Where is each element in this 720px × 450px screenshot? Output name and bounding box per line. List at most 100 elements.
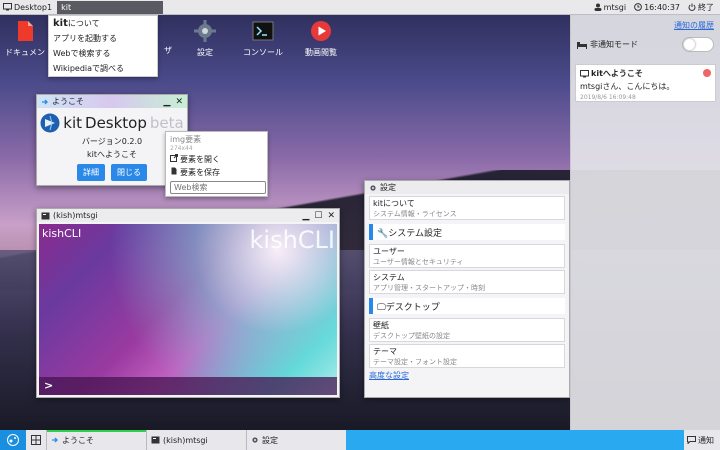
maximize-button[interactable]: ☐ bbox=[314, 211, 322, 221]
item-sub: システム情報・ライセンス bbox=[373, 210, 457, 218]
top-bar: Desktop1 kit mtsgi 16:40:37 終了 bbox=[0, 0, 720, 15]
clock-icon bbox=[634, 3, 642, 11]
external-link-icon bbox=[170, 154, 178, 162]
item-title: システム bbox=[373, 273, 405, 282]
menu-label: 要素を開く bbox=[180, 155, 220, 164]
kish-titlebar[interactable]: (kish)mtsgi ▁ ☐ ✕ bbox=[37, 209, 339, 222]
notification-body: mtsgiさん、こんにちは。 bbox=[580, 82, 675, 91]
settings-wallpaper[interactable]: 壁紙 デスクトップ壁紙の設定 bbox=[369, 318, 565, 342]
desktop-switcher[interactable]: Desktop1 bbox=[0, 0, 55, 15]
save-element-item[interactable]: 要素を保存 bbox=[170, 167, 263, 178]
kish-window: (kish)mtsgi ▁ ☐ ✕ kishCLI kishCLI > bbox=[36, 208, 340, 398]
document-icon bbox=[18, 21, 33, 41]
settings-about-kit[interactable]: kitについて システム情報・ライセンス bbox=[369, 196, 565, 220]
search-input[interactable]: kit bbox=[57, 0, 164, 14]
kish-small-label: kishCLI bbox=[42, 227, 82, 240]
notification-history-link[interactable]: 通知の履歴 bbox=[571, 15, 720, 31]
task-welcome[interactable]: ようこそ bbox=[46, 430, 146, 450]
menu-label: 要素を保存 bbox=[180, 168, 220, 177]
settings-window: 設定 kitについて システム情報・ライセンス 🔧システム設定 ユーザー ユーザ… bbox=[364, 180, 570, 398]
start-button[interactable] bbox=[0, 430, 26, 450]
suggestion-about-kit[interactable]: kitについて bbox=[49, 16, 157, 31]
dnd-toggle[interactable] bbox=[682, 37, 714, 52]
taskbar: ようこそ (kish)mtsgi 設定 通知 bbox=[0, 430, 720, 450]
settings-titlebar[interactable]: 設定 bbox=[365, 181, 569, 194]
kit-start-icon bbox=[7, 434, 19, 446]
user-name: mtsgi bbox=[603, 2, 627, 12]
app-grid-button[interactable] bbox=[26, 430, 46, 450]
kish-prompt[interactable]: > bbox=[39, 377, 337, 395]
suggestion-text: アプリを起動する bbox=[53, 34, 117, 43]
welcome-titlebar[interactable]: ようこそ ▁ ✕ bbox=[37, 95, 187, 108]
top-right-status: mtsgi 16:40:37 終了 bbox=[594, 2, 720, 13]
terminal-icon bbox=[252, 21, 274, 41]
desktop-icon-label: 設定 bbox=[197, 48, 213, 57]
monitor-icon bbox=[580, 69, 589, 77]
minimize-button[interactable]: ▁ bbox=[164, 97, 171, 107]
settings-body: kitについて システム情報・ライセンス 🔧システム設定 ユーザー ユーザー情報… bbox=[365, 194, 569, 383]
window-title: ようこそ bbox=[52, 97, 84, 106]
settings-system[interactable]: システム アプリ管理・スタートアップ・時刻 bbox=[369, 270, 565, 294]
gear-small-icon bbox=[252, 437, 258, 443]
notification-card[interactable]: kitへようこそ mtsgiさん、こんにちは。 2019/8/6 16:09:4… bbox=[575, 64, 716, 102]
desktop-icon-video[interactable]: 動画閲覧 bbox=[296, 20, 346, 58]
suggestion-wikipedia[interactable]: Wikipediaで調べる bbox=[49, 61, 157, 76]
logo-kit: kit bbox=[63, 114, 83, 132]
task-settings[interactable]: 設定 bbox=[246, 430, 346, 450]
item-sub: アプリ管理・スタートアップ・時刻 bbox=[373, 284, 485, 292]
power-icon bbox=[688, 3, 696, 11]
settings-users[interactable]: ユーザー ユーザー情報とセキュリティ bbox=[369, 244, 565, 268]
item-title: テーマ bbox=[373, 347, 397, 356]
play-icon bbox=[311, 21, 331, 41]
settings-theme[interactable]: テーマ テーマ設定・フォント設定 bbox=[369, 344, 565, 368]
close-button[interactable]: ✕ bbox=[327, 211, 335, 221]
clock[interactable]: 16:40:37 bbox=[634, 3, 680, 12]
notification-date: 2019/8/6 16:09:48 bbox=[580, 94, 636, 101]
desktop-icon-settings[interactable]: 設定 bbox=[180, 20, 230, 58]
unread-dot bbox=[703, 69, 711, 77]
user-icon bbox=[594, 3, 602, 11]
desktop-icon-label: 動画閲覧 bbox=[305, 48, 337, 57]
enter-icon bbox=[52, 437, 58, 443]
monitor-icon: 🖵 bbox=[377, 303, 386, 313]
item-sub: ユーザー情報とセキュリティ bbox=[373, 258, 464, 266]
desktop-icon-label: コンソール bbox=[243, 48, 283, 57]
search-suggestions: kitについて アプリを起動する Webで検索する Wikipediaで調べる bbox=[48, 15, 158, 77]
element-size-label: 274x44 bbox=[170, 145, 193, 152]
suggestion-text: Wikipediaで調べる bbox=[53, 64, 125, 73]
window-title: (kish)mtsgi bbox=[53, 211, 98, 220]
shutdown-button[interactable]: 終了 bbox=[688, 2, 714, 13]
details-button[interactable]: 詳細 bbox=[77, 164, 105, 181]
item-title: 壁紙 bbox=[373, 321, 389, 330]
suggestion-text: Webで検索する bbox=[53, 49, 111, 58]
item-sub: デスクトップ壁紙の設定 bbox=[373, 332, 450, 340]
advanced-settings-link[interactable]: 高度な設定 bbox=[369, 370, 565, 381]
element-type-label: img要素 bbox=[170, 135, 202, 144]
suggestion-launch-app[interactable]: アプリを起動する bbox=[49, 31, 157, 46]
file-icon bbox=[171, 167, 177, 175]
gear-icon bbox=[194, 20, 216, 42]
close-button[interactable]: ✕ bbox=[175, 97, 183, 107]
notification-title: kitへようこそ bbox=[591, 69, 643, 78]
task-kish[interactable]: (kish)mtsgi bbox=[146, 430, 246, 450]
logo-desktop: Desktop bbox=[85, 114, 147, 132]
shutdown-label: 終了 bbox=[698, 2, 714, 12]
task-label: ようこそ bbox=[62, 435, 94, 445]
desktop-label: Desktop1 bbox=[14, 2, 53, 12]
minimize-button[interactable]: ▁ bbox=[302, 211, 309, 221]
enter-icon bbox=[42, 99, 48, 104]
desktop-icon bbox=[3, 3, 12, 11]
user-menu[interactable]: mtsgi bbox=[594, 3, 626, 12]
close-welcome-button[interactable]: 閉じる bbox=[111, 164, 147, 181]
notifications-button[interactable]: 通知 bbox=[684, 430, 720, 450]
web-search-input[interactable] bbox=[170, 181, 266, 194]
desktop-icon-console[interactable]: コンソール bbox=[238, 20, 288, 58]
open-element-item[interactable]: 要素を開く bbox=[170, 154, 263, 165]
kish-terminal[interactable]: kishCLI kishCLI > bbox=[39, 224, 337, 395]
suggestion-web-search[interactable]: Webで検索する bbox=[49, 46, 157, 61]
desktop-icon-documents[interactable]: ドキュメン bbox=[0, 20, 50, 58]
window-title: 設定 bbox=[380, 183, 396, 192]
wrench-icon: 🔧 bbox=[377, 229, 389, 239]
bed-icon bbox=[577, 41, 587, 49]
context-menu: img要素 274x44 要素を開く 要素を保存 bbox=[165, 131, 268, 197]
